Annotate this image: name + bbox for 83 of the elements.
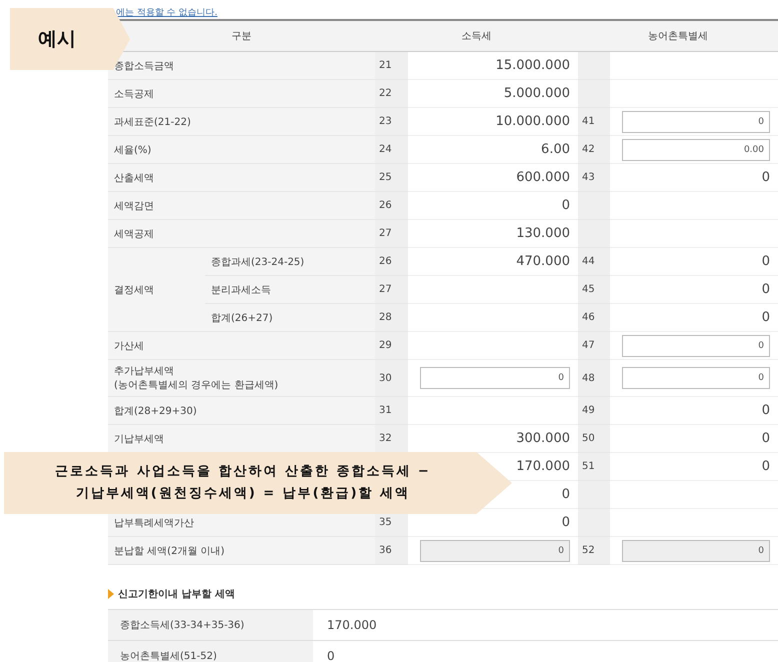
row-label: 합계(28+29+30) bbox=[114, 406, 197, 416]
line-number: 26 bbox=[379, 200, 392, 211]
line-number: 28 bbox=[379, 312, 392, 323]
row-label: 세율(%) bbox=[114, 144, 152, 156]
amount-field[interactable]: 0 bbox=[622, 367, 770, 389]
line-number: 44 bbox=[582, 256, 595, 267]
notice-link[interactable]: 에는 적용할 수 없습니다. bbox=[116, 6, 218, 18]
line-number: 47 bbox=[582, 340, 595, 351]
row-label: 종합소득금액 bbox=[114, 60, 174, 72]
column-header: 구분 bbox=[232, 31, 252, 42]
line-number: 32 bbox=[379, 433, 392, 444]
amount-text: 6.00 bbox=[541, 142, 570, 157]
line-number: 48 bbox=[582, 372, 595, 384]
line-number: 27 bbox=[379, 284, 392, 295]
line-number: 42 bbox=[582, 144, 595, 155]
amount-text: 0 bbox=[562, 515, 570, 530]
amount-field[interactable]: 0 bbox=[622, 334, 770, 356]
amount-field[interactable]: 0 bbox=[420, 367, 570, 389]
line-number: 35 bbox=[379, 517, 392, 528]
amount-text: 170.000 bbox=[327, 618, 377, 632]
disabled-amount-field: 0 bbox=[420, 540, 570, 562]
line-number: 46 bbox=[582, 312, 595, 323]
line-number: 26 bbox=[379, 256, 392, 267]
chevron-icon bbox=[108, 589, 114, 599]
row-label: 소득공제 bbox=[114, 88, 154, 100]
amount-text: 130.000 bbox=[516, 226, 570, 241]
row-label: 종합과세(23-24-25) bbox=[211, 256, 304, 268]
callout-text: 근로소득과 사업소득을 합산하여 산출한 종합소득세 − bbox=[55, 463, 431, 481]
amount-text: 0 bbox=[762, 170, 770, 185]
column-header: 농어촌특별세 bbox=[648, 31, 708, 42]
line-number: 29 bbox=[379, 340, 392, 351]
line-number: 49 bbox=[582, 405, 595, 416]
line-number: 30 bbox=[379, 372, 392, 384]
amount-text: 470.000 bbox=[516, 254, 570, 269]
line-number: 21 bbox=[379, 60, 392, 71]
amount-field[interactable]: 0.00 bbox=[622, 138, 770, 160]
amount-field[interactable]: 0 bbox=[622, 110, 770, 132]
line-number: 50 bbox=[582, 433, 595, 444]
amount-text: 0 bbox=[327, 649, 335, 662]
line-number: 51 bbox=[582, 461, 595, 472]
row-label: 종합소득세(33-34+35-36) bbox=[120, 620, 244, 631]
amount-text: 0 bbox=[762, 403, 770, 418]
amount-text: 10.000.000 bbox=[496, 114, 570, 129]
row-label: 세액감면 bbox=[114, 200, 154, 212]
line-number: 31 bbox=[379, 405, 392, 416]
line-number: 22 bbox=[379, 88, 392, 99]
amount-text: 0 bbox=[762, 254, 770, 269]
line-number: 25 bbox=[379, 172, 392, 183]
column-header: 소득세 bbox=[462, 31, 492, 42]
amount-text: 0 bbox=[762, 282, 770, 297]
amount-text: 0 bbox=[562, 487, 570, 502]
row-label: 분리과세소득 bbox=[211, 284, 271, 296]
amount-text: 170.000 bbox=[516, 459, 570, 474]
amount-text: 0 bbox=[762, 431, 770, 446]
line-number: 41 bbox=[582, 116, 595, 127]
disabled-amount-field: 0 bbox=[622, 540, 770, 562]
callout-text: 기납부세액(원천징수세액) = 납부(환급)할 세액 bbox=[76, 485, 410, 503]
amount-text: 600.000 bbox=[516, 170, 570, 185]
amount-text: 0 bbox=[762, 310, 770, 325]
row-label: 기납부세액 bbox=[114, 434, 164, 444]
line-number: 27 bbox=[379, 228, 392, 239]
row-label: 가산세 bbox=[114, 340, 144, 352]
section-title: 신고기한이내 납부할 세액 bbox=[118, 588, 235, 601]
amount-text: 5.000.000 bbox=[504, 86, 570, 101]
row-label: 추가납부세액 (농어촌특별세의 경우에는 환급세액) bbox=[114, 366, 278, 391]
row-label: 세액공제 bbox=[114, 228, 154, 240]
amount-text: 15.000.000 bbox=[496, 58, 570, 73]
line-number: 43 bbox=[582, 172, 595, 183]
row-label: 결정세액 bbox=[114, 284, 154, 296]
line-number: 23 bbox=[379, 116, 392, 127]
amount-text: 300.000 bbox=[516, 431, 570, 446]
line-number: 24 bbox=[379, 144, 392, 155]
row-label: 과세표준(21-22) bbox=[114, 116, 191, 128]
amount-text: 0 bbox=[762, 459, 770, 474]
row-label: 농어촌특별세(51-52) bbox=[120, 651, 217, 662]
row-label: 납부특례세액가산 bbox=[114, 518, 194, 528]
row-label: 산출세액 bbox=[114, 172, 154, 184]
line-number: 52 bbox=[582, 545, 595, 556]
row-label: 분납할 세액(2개월 이내) bbox=[114, 546, 225, 556]
row-label: 합계(26+27) bbox=[211, 312, 273, 324]
line-number: 45 bbox=[582, 284, 595, 295]
line-number: 36 bbox=[379, 545, 392, 556]
amount-text: 0 bbox=[562, 198, 570, 213]
